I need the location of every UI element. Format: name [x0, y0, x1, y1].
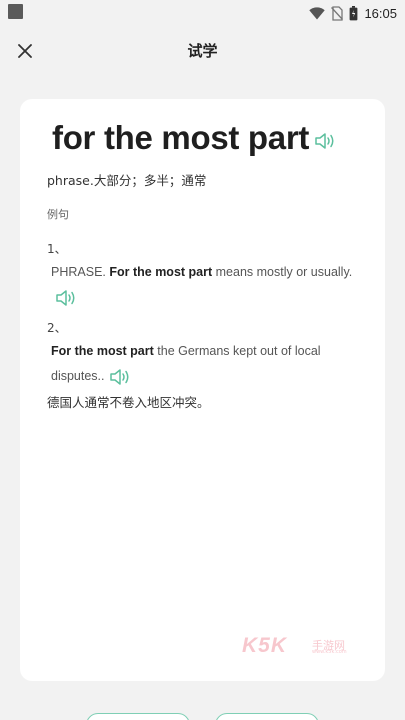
example-phrase: For the most part: [51, 344, 154, 358]
example-english-1: PHRASE. For the most part means mostly o…: [51, 260, 369, 310]
no-sim-icon: [331, 5, 344, 21]
examples-label: 例句: [47, 208, 69, 221]
status-time: 16:05: [364, 5, 397, 21]
example-number-2: 2、: [47, 321, 67, 335]
status-bar: 16:05: [0, 0, 405, 26]
page-title: 试学: [187, 42, 218, 60]
watermark-logo: K5K: [242, 634, 288, 657]
example-chinese-2: 德国人通常不卷入地区冲突。: [47, 395, 210, 410]
speaker-icon: [56, 289, 75, 306]
notification-icon: [8, 4, 23, 19]
word-heading: for the most part: [52, 119, 310, 156]
bottom-left-button[interactable]: [86, 713, 190, 720]
word-row: for the most part: [52, 119, 336, 157]
example-number-1: 1、: [47, 242, 67, 256]
speaker-icon: [109, 368, 129, 385]
word-speaker-button[interactable]: [314, 132, 336, 150]
watermark-sub: www.k5k.com: [312, 649, 347, 655]
app-header: 试学: [0, 30, 405, 70]
example-2-speaker-button[interactable]: [109, 368, 131, 386]
bottom-right-button[interactable]: [215, 713, 319, 720]
wifi-icon: [309, 6, 326, 19]
example-phrase: For the most part: [109, 265, 213, 279]
battery-icon: [350, 5, 358, 20]
definition: phrase.大部分；多半；通常: [47, 173, 207, 188]
example-1-speaker-button[interactable]: [55, 289, 77, 307]
watermark: K5K 手游网 www.k5k.com: [242, 634, 354, 658]
example-suffix: means mostly or usually.: [212, 265, 353, 279]
example-prefix: PHRASE.: [51, 265, 110, 279]
status-icons: 16:05: [309, 4, 397, 22]
speaker-icon: [315, 133, 334, 149]
example-english-2: For the most part the Germans kept out o…: [51, 339, 369, 389]
word-card: for the most part phrase.大部分；多半；通常 例句 1、…: [20, 99, 385, 681]
